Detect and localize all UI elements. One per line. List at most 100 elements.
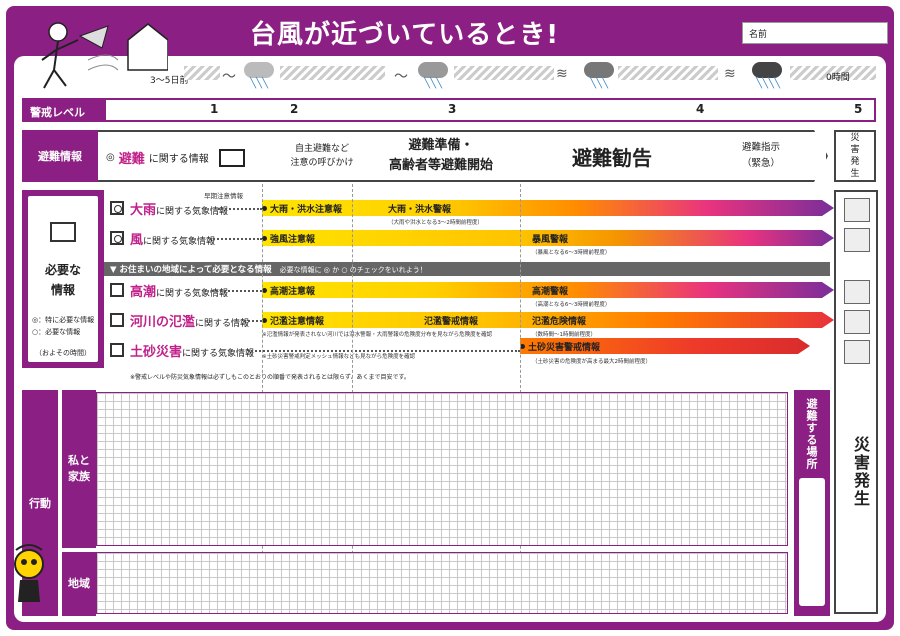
wind-person-illustration: [41, 22, 168, 89]
computer-icon: [50, 222, 76, 242]
approx-time: （およその時間）: [35, 349, 91, 357]
warning-level-row: 警戒レベル 1 2 3 4 5: [22, 98, 876, 122]
check-river[interactable]: [110, 313, 124, 327]
name-label: 名前: [749, 30, 768, 40]
disaster-label: 災害発生: [851, 436, 870, 508]
cloud-icon: [418, 62, 448, 78]
info-legend: ◎：特に必要な情報 ○：必要な情報: [32, 314, 94, 338]
river-stage2: 氾濫危険情報: [532, 317, 587, 327]
local-info-banner: ▼ お住まいの地域によって必要となる情報 必要な情報に ◎ か ○ のチェックをい…: [104, 262, 830, 276]
row-rest: に関する気象情報: [182, 349, 255, 359]
weather-strip: [618, 66, 718, 80]
surge-note: （高潮となる6～3時間前程度）: [532, 302, 611, 308]
evacuation-label: 避難情報: [22, 130, 98, 182]
surge-thumbnail: [844, 280, 870, 304]
warning-level-label: 警戒レベル: [24, 100, 106, 120]
name-field[interactable]: 名前: [742, 22, 888, 44]
info-title-line1: 必要な: [44, 263, 81, 277]
dotted-leader: [244, 320, 262, 322]
mascot-illustration: [14, 544, 44, 602]
check-rain[interactable]: [110, 201, 124, 215]
wind-note: （暴風となる6～3時間前程度）: [532, 250, 611, 256]
landslide-note-mid: ※土砂災害警戒判定メッシュ情報なども見ながら危険度を確認: [262, 354, 416, 360]
area-label: 地域: [62, 552, 96, 616]
legend-strong: ◎：特に必要な情報: [32, 316, 95, 324]
dotted-leader: [218, 208, 262, 210]
footnote: ※警戒レベルや防災気象情報は必ずしもこのとおりの順番で発表されるとは限らず、あく…: [130, 374, 410, 381]
evacuation-info-strong: 避難: [118, 152, 145, 167]
timeline-start: 3～5日前: [150, 76, 189, 86]
evacuation-info: ◎ 避難 に関する情報: [106, 148, 245, 167]
evac-step-recommend: 避難勧告: [516, 130, 710, 182]
shelter-label: 避難する場所: [805, 398, 818, 470]
wind-stage1: 強風注意報: [270, 235, 316, 245]
river-note: （数時間～1時間前程度）: [532, 332, 597, 338]
river-stage1: 氾濫注意情報: [270, 317, 325, 327]
level-1: 1: [210, 102, 219, 116]
row-strong: 高潮: [130, 285, 157, 300]
info-title: 必要な 情報: [28, 260, 98, 300]
legend-normal: ○：必要な情報: [32, 328, 81, 336]
row-title: 河川の氾濫に関する情報: [130, 311, 249, 330]
surge-stage2: 高潮警報: [532, 287, 569, 297]
row-title: 土砂災害に関する気象情報: [130, 341, 254, 360]
level-2: 2: [290, 102, 299, 116]
tv-icon: [218, 148, 245, 167]
river-thumbnail: [844, 310, 870, 334]
wind-icon: ≋: [724, 66, 736, 82]
timeline-end: 0時間: [826, 73, 850, 83]
area-action-grid[interactable]: [96, 552, 788, 614]
rain-icon: ╲╲╲: [424, 78, 443, 89]
cloud-icon: [584, 62, 614, 78]
evac-disaster: 災 害 発 生: [834, 130, 876, 182]
evacuation-info-rest: に関する情報: [148, 154, 209, 165]
wind-icon: ≋: [556, 66, 568, 82]
info-title-line2: 情報: [50, 283, 75, 297]
double-circle-icon: ◎: [106, 152, 115, 163]
evacuation-row: 避難情報 ◎ 避難 に関する情報 自主避難など 注意の呼びかけ 避難準備・ 高齢…: [22, 130, 876, 182]
rain-note: （大雨や洪水となる3～2時間前程度）: [388, 220, 483, 226]
rain-arrow: [262, 200, 834, 216]
wind-icon: 〜: [394, 69, 408, 85]
row-rest: に関する気象情報: [143, 237, 216, 247]
evac-step-prepare: 避難準備・ 高齢者等避難開始: [354, 130, 530, 182]
level-5: 5: [854, 102, 863, 116]
evac-step-order: 避難指示 （緊急）: [696, 130, 828, 182]
banner-note: 必要な情報に ◎ か ○ のチェックをいれよう！: [279, 266, 427, 274]
rain-icon: ╲╲╲╲: [756, 78, 781, 89]
cloud-icon: [244, 62, 274, 78]
weather-strip: [454, 66, 554, 80]
page-title: 台風が近づいているとき!: [250, 20, 560, 50]
check-surge[interactable]: [110, 283, 124, 297]
rain-stage1: 大雨・洪水注意報: [270, 205, 343, 215]
weather-strip: [184, 66, 220, 80]
check-landslide[interactable]: [110, 343, 124, 357]
wind-stage2: 暴風警報: [532, 235, 569, 245]
row-strong: 土砂災害: [130, 345, 183, 360]
row-title: 大雨に関する気象情報: [130, 199, 228, 218]
typhoon-timeline-sheet: { "title": "台風が近づいているとき!", "name_label":…: [0, 0, 900, 636]
rain-thumbnail: [844, 198, 870, 222]
row-rest: に関する情報: [195, 319, 250, 329]
landslide-note: （土砂災害の危険度が高まる最大2時間前程度）: [532, 359, 652, 365]
family-action-grid[interactable]: [96, 392, 788, 546]
wind-icon: 〜: [222, 69, 236, 85]
river-note-mid: ※氾濫情報が発表されない河川では洪水警報・大雨警報の危険度分布を見ながら危険度を…: [262, 332, 493, 338]
rain-icon: ╲╲╲: [250, 78, 269, 89]
shelter-input[interactable]: [799, 478, 825, 606]
wind-thumbnail: [844, 228, 870, 252]
disaster-column: 災害発生: [834, 190, 878, 614]
rain-stage2: 大雨・洪水警報: [388, 205, 452, 215]
dotted-leader: [210, 238, 262, 240]
row-strong: 風: [130, 233, 144, 248]
row-title: 風に関する気象情報: [130, 229, 215, 248]
info-left-block: 必要な 情報 ◎：特に必要な情報 ○：必要な情報 （およその時間）: [22, 190, 104, 368]
banner-title: ▼ お住まいの地域によって必要となる情報: [110, 265, 272, 275]
rain-icon: ╲╲╲: [590, 78, 609, 89]
level-3: 3: [448, 102, 457, 116]
family-label: 私と 家族: [62, 390, 96, 548]
check-wind[interactable]: [110, 231, 124, 245]
row-strong: 大雨: [130, 203, 157, 218]
shelter-column: 避難する場所: [794, 390, 830, 616]
info-left-box: 必要な 情報 ◎：特に必要な情報 ○：必要な情報 （およその時間）: [28, 196, 98, 362]
